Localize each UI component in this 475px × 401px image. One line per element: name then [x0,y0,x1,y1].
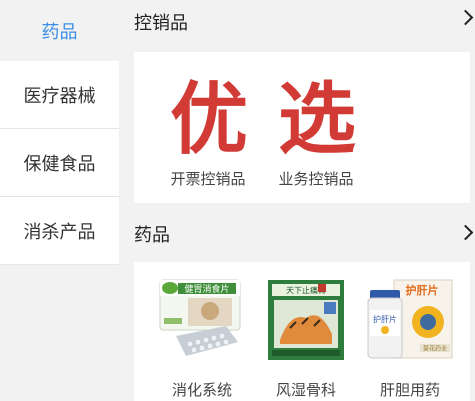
sidebar-item-disinfection[interactable]: 消杀产品 [0,197,119,265]
promo-item-label: 业务控销品 [278,170,354,188]
sidebar-item-health-food[interactable]: 保健食品 [0,129,119,197]
promo-item-business-controlled[interactable]: 选 业务控销品 [266,52,366,203]
drug-category-digestive[interactable]: 健胃消食片 消化系统 [152,262,252,401]
category-sidebar: 药品 医疗器械 保健食品 消杀产品 [0,0,119,401]
section-header-drugs[interactable]: 药品 [119,212,475,256]
drug-categories-card: 健胃消食片 消化系统 天下止痛膏 风湿骨科 护肝片 葵花药业 护肝片 肝胆用药 [134,262,470,401]
youxuan-logo-icon: 选 [277,75,356,165]
sidebar-item-label: 医疗器械 [23,85,96,107]
section-title: 控销品 [134,13,188,34]
sidebar-item-label: 保健食品 [23,153,96,175]
chevron-right-icon[interactable] [457,224,474,241]
sidebar-item-label: 消杀产品 [23,221,96,243]
drug-category-label: 肝胆用药 [379,381,440,399]
sidebar-item-label: 药品 [41,21,78,43]
sidebar-item-medical-devices[interactable]: 医疗器械 [0,61,119,129]
controlled-products-card: 优 开票控销品 选 业务控销品 [134,52,470,203]
drug-category-rheumatism[interactable]: 天下止痛膏 风湿骨科 [256,262,356,401]
promo-item-invoice-controlled[interactable]: 优 开票控销品 [158,52,258,203]
sidebar-item-drugs[interactable]: 药品 [0,0,119,61]
main-content: 控销品 优 开票控销品 选 业务控销品 药品 健胃消食片 消化系统 天下止痛膏 … [119,0,475,401]
youxuan-logo-icon: 优 [169,75,248,165]
pack-text: 健胃消食片 [184,283,229,295]
promo-item-label: 开票控销品 [170,170,246,188]
digestive-medicine-box-icon: 健胃消食片 [159,279,241,356]
bottle-text: 护肝片 [373,314,397,324]
pack-subtext: 葵花药业 [423,345,447,353]
section-header-controlled[interactable]: 控销品 [119,0,475,44]
section-title: 药品 [134,225,170,246]
drug-category-label: 风湿骨科 [275,381,336,399]
liver-medicine-box-icon: 护肝片 葵花药业 护肝片 [367,279,453,359]
rheumatism-plaster-box-icon: 天下止痛膏 [268,280,344,360]
drug-category-label: 消化系统 [171,381,232,399]
pack-text: 护肝片 [406,283,439,297]
app-root: 药品 医疗器械 保健食品 消杀产品 控销品 优 开票控销品 选 业务控销品 药品… [0,0,475,401]
drug-category-liver-gallbladder[interactable]: 护肝片 葵花药业 护肝片 肝胆用药 [360,262,460,401]
chevron-right-icon[interactable] [457,9,474,26]
